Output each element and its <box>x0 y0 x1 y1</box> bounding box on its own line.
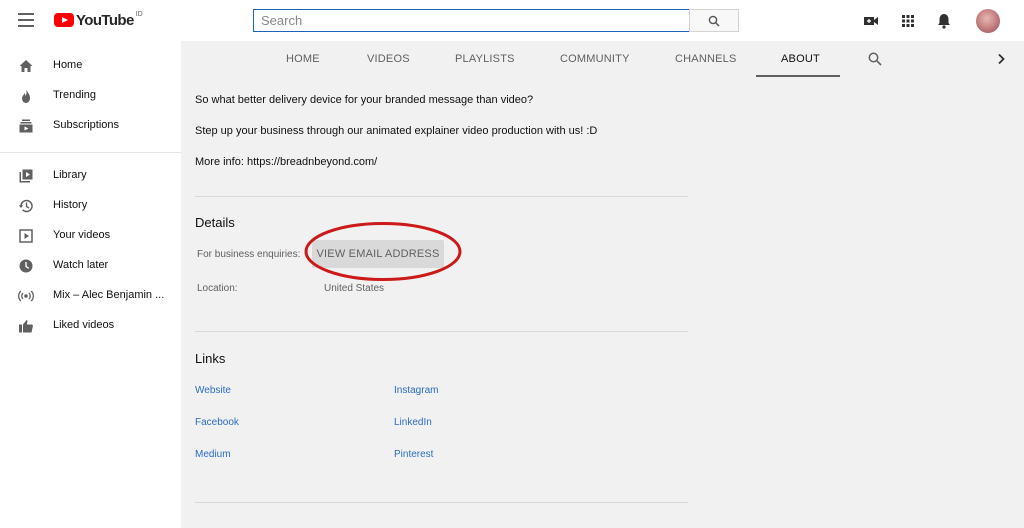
broadcast-icon <box>18 290 34 302</box>
thumbs-up-icon <box>19 320 33 333</box>
annotation-ellipse <box>304 222 462 281</box>
masthead: YouTube ID <box>0 0 1024 41</box>
location-label: Location: <box>197 283 238 294</box>
tab-about[interactable]: ABOUT <box>781 53 820 65</box>
tab-channels[interactable]: CHANNELS <box>675 53 737 65</box>
link-linkedin[interactable]: LinkedIn <box>394 417 432 428</box>
sidebar-item-subscriptions[interactable]: Subscriptions <box>0 111 181 141</box>
play-square-icon <box>19 229 33 243</box>
tab-playlists[interactable]: PLAYLISTS <box>455 53 515 65</box>
tab-home[interactable]: HOME <box>286 53 320 65</box>
sidebar-item-mix[interactable]: Mix – Alec Benjamin ... <box>0 281 181 311</box>
sidebar-item-history[interactable]: History <box>0 191 181 221</box>
tab-videos[interactable]: VIDEOS <box>367 53 410 65</box>
sidebar-divider <box>0 152 181 153</box>
search-icon <box>708 15 720 27</box>
sidebar-item-label: Your videos <box>53 229 111 241</box>
link-facebook[interactable]: Facebook <box>195 417 239 428</box>
divider <box>195 196 688 197</box>
link-pinterest[interactable]: Pinterest <box>394 449 433 460</box>
sidebar-item-your-videos[interactable]: Your videos <box>0 221 181 251</box>
sidebar-item-watch-later[interactable]: Watch later <box>0 251 181 281</box>
create-video-icon[interactable] <box>862 12 880 30</box>
link-instagram[interactable]: Instagram <box>394 385 438 396</box>
channel-search-icon[interactable] <box>868 52 882 66</box>
sidebar-item-label: Home <box>53 59 83 71</box>
menu-icon[interactable] <box>18 13 34 27</box>
description-line: Step up your business through our animat… <box>195 125 598 137</box>
divider <box>195 331 688 332</box>
sidebar-item-label: History <box>53 199 88 211</box>
subscriptions-icon <box>19 119 33 133</box>
tab-community[interactable]: COMMUNITY <box>560 53 630 65</box>
clock-icon <box>19 259 33 273</box>
search-box[interactable] <box>253 9 690 32</box>
avatar[interactable] <box>976 9 1000 33</box>
sidebar-item-label: Liked videos <box>53 319 115 331</box>
library-icon <box>19 169 33 183</box>
active-tab-indicator <box>756 75 840 77</box>
sidebar-item-liked-videos[interactable]: Liked videos <box>0 311 181 341</box>
apps-grid-icon[interactable] <box>899 12 917 30</box>
flame-icon <box>22 89 30 103</box>
business-enquiries-label: For business enquiries: <box>197 249 301 260</box>
description-line: So what better delivery device for your … <box>195 94 534 106</box>
about-panel: So what better delivery device for your … <box>181 78 1024 528</box>
channel-tabs: HOME VIDEOS PLAYLISTS COMMUNITY CHANNELS… <box>181 41 1024 78</box>
details-heading: Details <box>195 215 235 230</box>
play-logo-icon <box>54 13 74 27</box>
divider <box>195 502 688 503</box>
search-input[interactable] <box>254 10 689 31</box>
link-website[interactable]: Website <box>195 385 231 396</box>
history-icon <box>18 199 33 213</box>
sidebar-item-label: Library <box>53 169 87 181</box>
chevron-right-icon[interactable] <box>996 53 1006 65</box>
home-icon <box>19 60 33 72</box>
sidebar-item-home[interactable]: Home <box>0 51 181 81</box>
search-button[interactable] <box>689 9 739 32</box>
sidebar: Home Trending Subscriptions Library Hist… <box>0 41 181 528</box>
youtube-logo[interactable]: YouTube ID <box>54 11 143 29</box>
sidebar-item-library[interactable]: Library <box>0 161 181 191</box>
link-medium[interactable]: Medium <box>195 449 231 460</box>
description-line: More info: https://breadnbeyond.com/ <box>195 156 378 168</box>
sidebar-item-label: Subscriptions <box>53 119 120 131</box>
bell-icon[interactable] <box>935 12 953 30</box>
links-heading: Links <box>195 351 226 366</box>
sidebar-item-label: Watch later <box>53 259 109 271</box>
sidebar-item-label: Trending <box>53 89 97 101</box>
sidebar-item-trending[interactable]: Trending <box>0 81 181 111</box>
sidebar-item-label: Mix – Alec Benjamin ... <box>53 289 165 301</box>
logo-region-code: ID <box>135 10 143 18</box>
location-value: United States <box>324 283 385 294</box>
logo-text: YouTube <box>76 11 134 29</box>
